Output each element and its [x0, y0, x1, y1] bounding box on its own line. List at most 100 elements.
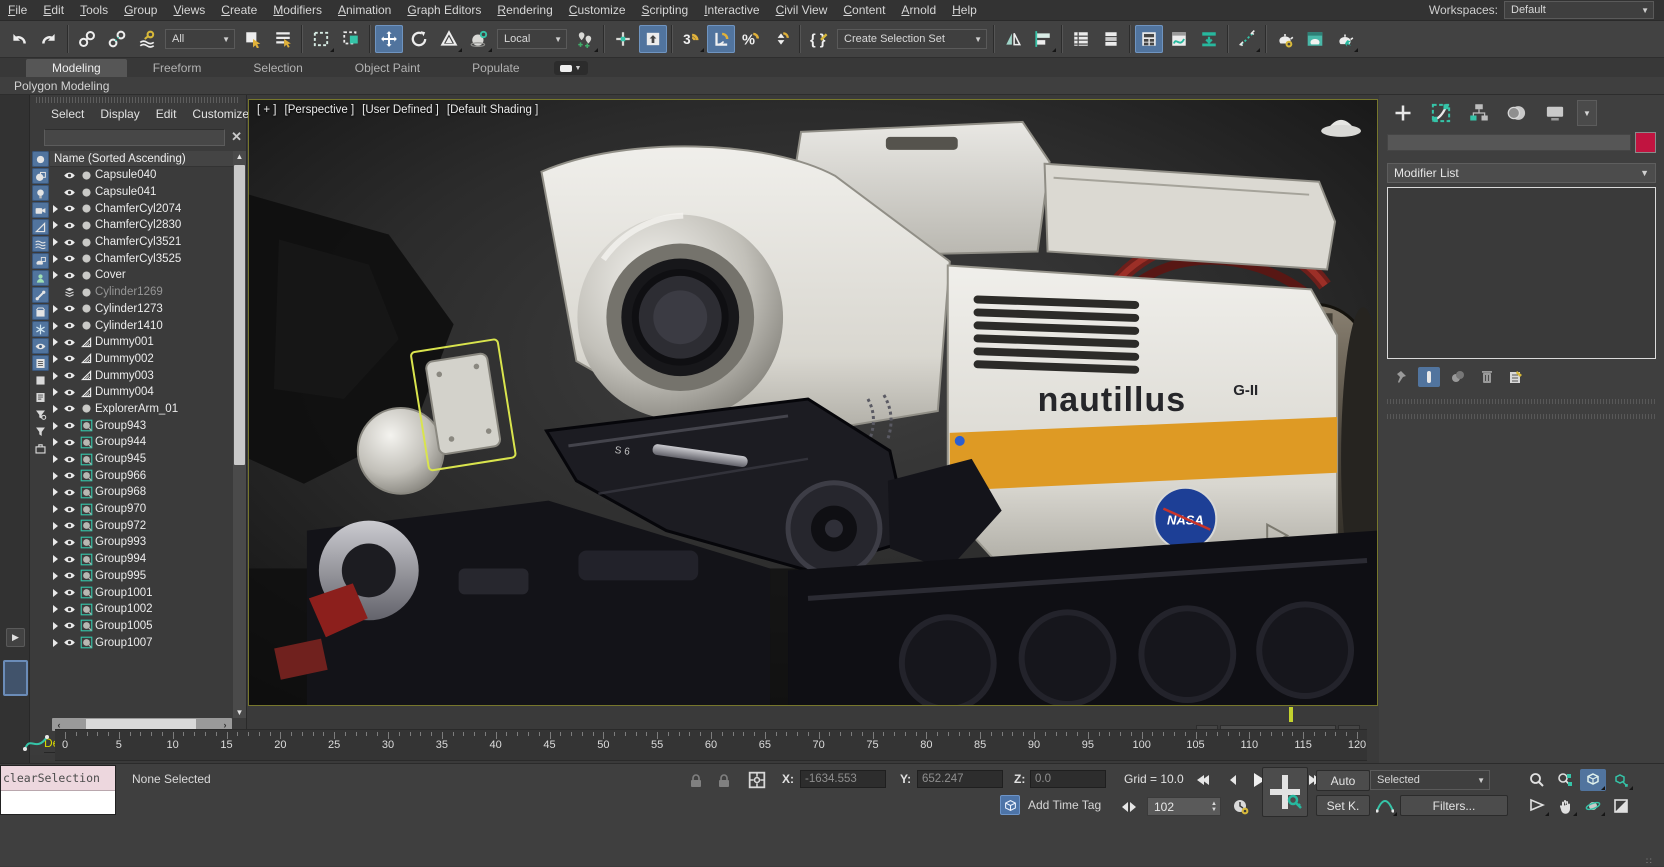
viewport-menu-general[interactable]: [ + ] — [257, 104, 277, 116]
visibility-eye-icon[interactable] — [61, 402, 78, 415]
remove-modifier-button[interactable] — [1476, 367, 1498, 387]
viewport-menu-shading[interactable]: [Default Shading ] — [447, 104, 538, 116]
filter-xrefs-icon[interactable] — [32, 270, 49, 286]
undo-button[interactable] — [5, 25, 33, 53]
selection-filter-dropdown[interactable]: All▼ — [165, 29, 235, 49]
workspace-dropdown[interactable]: Default ▼ — [1504, 1, 1654, 19]
ribbon-tab-modeling[interactable]: Modeling — [26, 59, 127, 77]
snaps-toggle-button[interactable]: 3 — [677, 25, 705, 53]
menu-help[interactable]: Help — [944, 0, 985, 21]
select-by-name-button[interactable] — [269, 25, 297, 53]
explorer-row-Group968[interactable]: Group968 — [50, 484, 233, 501]
expand-arrow-icon[interactable] — [50, 238, 61, 246]
explorer-vertical-scrollbar[interactable]: ▲ ▼ — [233, 151, 246, 718]
visibility-eye-icon[interactable] — [61, 236, 78, 249]
explorer-row-Group966[interactable]: Group966 — [50, 467, 233, 484]
window-resize-grip[interactable]: ∷ — [1646, 856, 1653, 867]
explorer-row-Cylinder1410[interactable]: Cylinder1410 — [50, 317, 233, 334]
key-mode-toggle-button[interactable] — [1118, 796, 1140, 818]
expand-arrow-icon[interactable] — [50, 322, 61, 330]
reference-coordinate-dropdown[interactable]: Local▼ — [497, 29, 567, 49]
show-end-result-button[interactable] — [1418, 367, 1440, 387]
keyboard-shortcut-override-button[interactable] — [639, 25, 667, 53]
object-color-swatch[interactable] — [1635, 132, 1656, 153]
visibility-eye-icon[interactable] — [61, 419, 78, 432]
pan-view-button[interactable] — [1552, 795, 1578, 817]
explorer-row-Group994[interactable]: Group994 — [50, 551, 233, 568]
selection-lock-icon[interactable] — [716, 773, 732, 789]
maximize-viewport-toggle-button[interactable] — [1608, 795, 1634, 817]
select-and-move-button[interactable] — [375, 25, 403, 53]
make-unique-button[interactable] — [1447, 367, 1469, 387]
scroll-left-icon[interactable]: ‹ — [52, 720, 66, 730]
percent-snap-toggle-button[interactable]: % — [737, 25, 765, 53]
angle-snap-toggle-button[interactable] — [707, 25, 735, 53]
filter-case-icon[interactable] — [32, 440, 49, 456]
ribbon-config-dropdown[interactable]: ▼ — [554, 61, 588, 75]
spinner-arrows-icon[interactable]: ▲▼ — [1211, 801, 1220, 813]
pin-stack-button[interactable] — [1389, 367, 1411, 387]
menu-create[interactable]: Create — [213, 0, 265, 21]
explorer-row-Group943[interactable]: Group943 — [50, 417, 233, 434]
align-button[interactable] — [1029, 25, 1057, 53]
scroll-right-icon[interactable]: › — [218, 720, 232, 730]
expand-panel-button[interactable]: ▶ — [6, 628, 25, 647]
search-input[interactable] — [44, 129, 225, 146]
menu-edit[interactable]: Edit — [35, 0, 72, 21]
y-coordinate-field[interactable]: 652.247 — [917, 770, 1003, 788]
add-time-tag[interactable]: Add Time Tag — [1000, 795, 1101, 815]
explorer-row-Dummy002[interactable]: Dummy002 — [50, 351, 233, 368]
clear-search-icon[interactable]: ✕ — [231, 129, 242, 145]
explorer-row-Cylinder1269[interactable]: Cylinder1269 — [50, 284, 233, 301]
menu-scripting[interactable]: Scripting — [634, 0, 697, 21]
explorer-row-Capsule041[interactable]: Capsule041 — [50, 184, 233, 201]
menu-arnold[interactable]: Arnold — [893, 0, 944, 21]
select-object-button[interactable] — [239, 25, 267, 53]
time-slider-marker[interactable] — [1289, 707, 1293, 722]
visibility-eye-icon[interactable] — [61, 319, 78, 332]
expand-arrow-icon[interactable] — [50, 338, 61, 346]
filter-containers-icon[interactable] — [32, 304, 49, 320]
key-filters-button[interactable]: Filters... — [1400, 795, 1508, 816]
tab-motion[interactable] — [1499, 100, 1535, 126]
expand-arrow-icon[interactable] — [50, 355, 61, 363]
expand-arrow-icon[interactable] — [50, 572, 61, 580]
visibility-eye-icon[interactable] — [61, 469, 78, 482]
explorer-row-Group1005[interactable]: Group1005 — [50, 618, 233, 635]
filter-helpers-icon[interactable] — [32, 219, 49, 235]
filter-hidden-icon[interactable] — [32, 338, 49, 354]
menu-group[interactable]: Group — [116, 0, 165, 21]
go-to-start-button[interactable] — [1190, 769, 1216, 791]
isolate-selection-icon[interactable] — [688, 773, 704, 789]
set-key-button[interactable]: Set K. — [1316, 795, 1370, 816]
unlink-selection-button[interactable] — [103, 25, 131, 53]
visibility-eye-icon[interactable] — [61, 252, 78, 265]
x-coordinate-field[interactable]: -1634.553 — [800, 770, 886, 788]
visibility-eye-icon[interactable] — [61, 169, 78, 182]
expand-arrow-icon[interactable] — [50, 372, 61, 380]
visibility-eye-icon[interactable] — [61, 536, 78, 549]
ribbon-tab-populate[interactable]: Populate — [446, 59, 545, 77]
filter-selection-sets-icon[interactable] — [32, 372, 49, 388]
orbit-button[interactable] — [1580, 795, 1606, 817]
scrollbar-thumb[interactable] — [234, 165, 245, 465]
expand-arrow-icon[interactable] — [50, 438, 61, 446]
explorer-row-ChamferCyl3521[interactable]: ChamferCyl3521 — [50, 234, 233, 251]
toggle-scene-explorer-button[interactable] — [1067, 25, 1095, 53]
visibility-eye-icon[interactable] — [61, 219, 78, 232]
render-production-button[interactable] — [1331, 25, 1359, 53]
filter-geometry-icon[interactable] — [32, 168, 49, 184]
tab-display[interactable] — [1537, 100, 1573, 126]
visibility-eye-icon[interactable] — [61, 519, 78, 532]
visibility-eye-icon[interactable] — [61, 569, 78, 582]
filter-frozen-icon[interactable] — [32, 321, 49, 337]
menu-rendering[interactable]: Rendering — [489, 0, 560, 21]
explorer-row-Group970[interactable]: Group970 — [50, 501, 233, 518]
expand-arrow-icon[interactable] — [50, 589, 61, 597]
expand-arrow-icon[interactable] — [50, 505, 61, 513]
toggle-layer-explorer-button[interactable] — [1097, 25, 1125, 53]
time-configuration-button[interactable] — [1228, 796, 1254, 818]
visibility-eye-icon[interactable] — [61, 269, 78, 282]
explorer-row-ChamferCyl2074[interactable]: ChamferCyl2074 — [50, 200, 233, 217]
expand-arrow-icon[interactable] — [50, 538, 61, 546]
